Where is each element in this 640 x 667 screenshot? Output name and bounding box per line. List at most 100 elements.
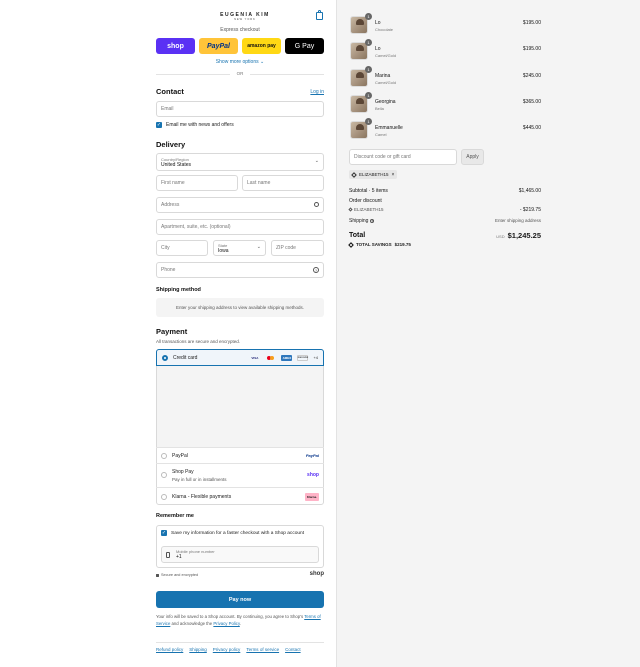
express-amazonpay-button[interactable]: amazon pay xyxy=(242,38,281,54)
country-select[interactable]: Country/Region United States ⌄ xyxy=(156,153,324,171)
paypal-option-label: PayPal xyxy=(172,452,188,459)
total-label: Total xyxy=(349,232,366,239)
item-price: $245.00 xyxy=(522,73,541,79)
quantity-badge: 1 xyxy=(365,66,372,73)
address-field[interactable]: Address xyxy=(156,197,324,213)
shop-pay-label: shop xyxy=(167,42,184,50)
news-checkbox-row[interactable]: ✓ Email me with news and offers xyxy=(156,122,234,128)
discount-code-field[interactable]: Discount code or gift card xyxy=(349,149,457,165)
delivery-heading: Delivery xyxy=(156,140,186,149)
express-checkout-title: Express checkout xyxy=(220,27,260,33)
mastercard-icon: MC xyxy=(265,355,276,361)
item-price: $445.00 xyxy=(522,125,541,131)
help-icon[interactable]: ? xyxy=(370,219,375,223)
remember-me-heading: Remember me xyxy=(156,513,194,519)
quantity-badge: 1 xyxy=(365,13,372,20)
more-cards-count: +4 xyxy=(313,355,318,360)
credit-card-radio[interactable] xyxy=(162,354,168,361)
news-checkbox-label: Email me with news and offers xyxy=(166,122,234,128)
tag-icon xyxy=(348,241,354,248)
or-divider-text: OR xyxy=(236,71,244,76)
first-name-field[interactable]: First name xyxy=(156,175,238,191)
pay-now-button[interactable]: Pay now xyxy=(156,591,324,608)
order-discount-code-text: ELIZABETH15 xyxy=(354,207,384,212)
address-placeholder: Address xyxy=(161,202,180,208)
terms-of-service-footer-link[interactable]: Terms of service xyxy=(246,647,279,652)
lock-icon xyxy=(156,573,159,577)
brand-logo[interactable]: EUGENIA KIM NEW YORK xyxy=(210,12,280,21)
paypal-option[interactable]: PayPal PayPal xyxy=(156,447,324,463)
shipping-method-notice: Enter your shipping address to view avai… xyxy=(156,298,324,317)
legal-text: Your info will be saved to a Shop accoun… xyxy=(156,614,324,627)
shoppay-option[interactable]: Shop Pay Pay in full or in installments … xyxy=(156,463,324,486)
item-price: $195.00 xyxy=(522,46,541,52)
total-savings: TOTAL SAVINGS $219.75 xyxy=(348,241,411,248)
item-variant: Camel xyxy=(375,132,387,137)
phone-icon xyxy=(166,552,170,558)
shipping-policy-link[interactable]: Shipping xyxy=(189,647,207,652)
privacy-policy-link[interactable]: Privacy Policy xyxy=(213,621,239,626)
chevron-down-icon: ⌄ xyxy=(256,244,261,250)
express-gpay-button[interactable]: G Pay xyxy=(285,38,324,54)
last-name-placeholder: Last name xyxy=(247,180,271,186)
klarna-option[interactable]: Klarna - Flexible payments Klarna. xyxy=(156,487,324,505)
total-value: $1,245.25 xyxy=(507,231,541,240)
save-info-checkbox-row[interactable]: ✓ Save my information for a faster check… xyxy=(161,530,304,536)
help-icon[interactable]: ? xyxy=(313,267,319,273)
shipping-label: Shipping xyxy=(349,218,369,224)
shipping-value: Enter shipping address xyxy=(494,218,541,223)
city-placeholder: City xyxy=(161,245,170,251)
shoppay-option-label: Shop Pay xyxy=(172,468,194,475)
city-field[interactable]: City xyxy=(156,240,208,256)
shipping-row-label: Shipping ? xyxy=(349,218,375,224)
secure-label: Secure and encrypted xyxy=(161,573,199,577)
total-value-row: USD $1,245.25 xyxy=(471,231,541,240)
mobile-phone-field[interactable]: Mobile phone number +1 xyxy=(161,546,319,563)
amazonpay-label: amazon pay xyxy=(247,43,276,49)
state-value: Iowa xyxy=(218,247,229,254)
save-info-checkbox[interactable]: ✓ xyxy=(161,530,167,536)
phone-field[interactable]: Phone ? xyxy=(156,262,324,278)
email-placeholder: Email xyxy=(161,106,174,112)
close-icon[interactable]: × xyxy=(392,172,395,178)
shoppay-logo: shop xyxy=(307,472,319,478)
quantity-badge: 1 xyxy=(365,118,372,125)
zip-field[interactable]: ZIP code xyxy=(271,240,324,256)
login-link[interactable]: Log in xyxy=(300,89,324,95)
discount-placeholder: Discount code or gift card xyxy=(354,154,411,160)
shoppay-radio[interactable] xyxy=(161,472,167,478)
last-name-field[interactable]: Last name xyxy=(242,175,324,191)
state-select[interactable]: State Iowa ⌄ xyxy=(213,240,266,256)
express-shop-button[interactable]: shop xyxy=(156,38,195,54)
express-paypal-button[interactable]: PayPal xyxy=(199,38,238,54)
refund-policy-link[interactable]: Refund policy xyxy=(156,647,183,652)
news-checkbox[interactable]: ✓ xyxy=(156,122,162,128)
cart-bag-icon[interactable] xyxy=(316,10,323,20)
footer-links: Refund policy Shipping Privacy policy Te… xyxy=(156,647,301,652)
shoppay-option-sub: Pay in full or in installments xyxy=(172,476,227,482)
apply-discount-button[interactable]: Apply xyxy=(461,149,484,165)
shipping-method-note: Enter your shipping address to view avai… xyxy=(175,305,305,310)
item-name: Emmanuelle xyxy=(375,125,403,131)
contact-link[interactable]: Contact xyxy=(285,647,301,652)
discount-tag[interactable]: ELIZABETH15 × xyxy=(349,170,398,179)
gpay-label: G Pay xyxy=(294,42,315,50)
item-price: $195.00 xyxy=(522,20,541,26)
subtotal-label: Subtotal · 5 items xyxy=(349,188,388,194)
credit-card-option[interactable]: Credit card VISA MC AMEX DISCOVER +4 xyxy=(156,349,324,366)
quantity-badge: 1 xyxy=(365,92,372,99)
klarna-radio[interactable] xyxy=(161,493,167,500)
save-info-label: Save my information for a faster checkou… xyxy=(171,530,305,536)
item-name: Georgina xyxy=(375,99,396,105)
country-value: United States xyxy=(161,161,192,168)
email-field[interactable]: Email xyxy=(156,101,324,117)
paypal-radio[interactable] xyxy=(161,452,167,459)
total-savings-label: TOTAL SAVINGS xyxy=(356,242,392,247)
apply-label: Apply xyxy=(466,154,479,160)
first-name-placeholder: First name xyxy=(161,180,185,186)
secure-note: Secure and encrypted xyxy=(156,573,198,577)
show-more-options-link[interactable]: Show more options ⌄ xyxy=(156,59,324,65)
apartment-field[interactable]: Apartment, suite, etc. (optional) xyxy=(156,219,324,235)
klarna-option-label: Klarna - Flexible payments xyxy=(172,493,232,500)
privacy-policy-footer-link[interactable]: Privacy policy xyxy=(213,647,241,652)
